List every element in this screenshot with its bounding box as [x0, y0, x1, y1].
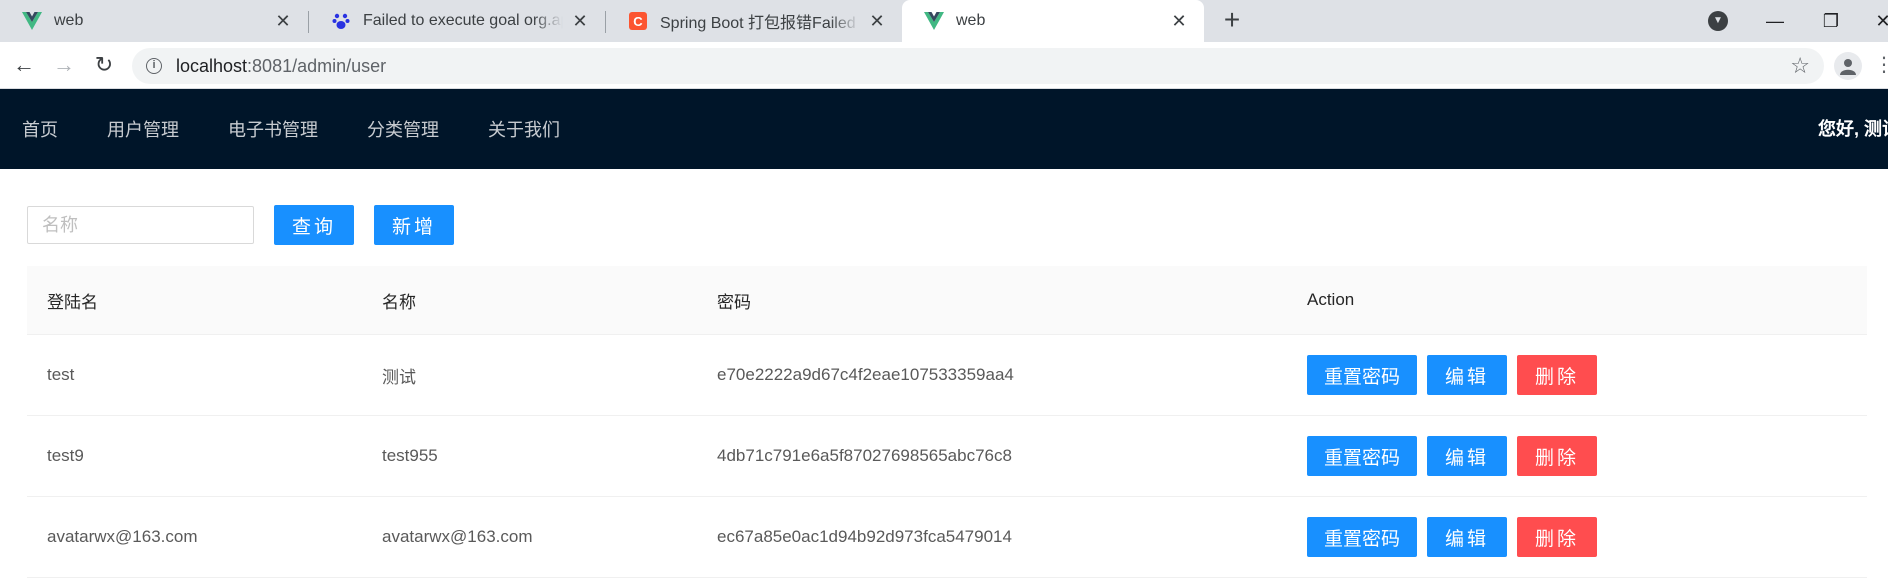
svg-text:C: C — [633, 14, 643, 29]
cell-name: test955 — [382, 446, 438, 465]
close-icon[interactable]: ✕ — [1170, 12, 1188, 30]
cell-password: ec67a85e0ac1d94b92d973fca5479014 — [717, 527, 1012, 546]
close-icon[interactable]: ✕ — [868, 12, 886, 30]
cell-actions: 重置密码 编辑 删除 — [1287, 335, 1867, 415]
name-search-input[interactable] — [27, 206, 254, 244]
cell-password: 4db71c791e6a5f87027698565abc76c8 — [717, 446, 1012, 465]
bookmark-star-icon[interactable]: ☆ — [1790, 54, 1810, 78]
edit-button[interactable]: 编辑 — [1427, 517, 1507, 557]
profile-avatar-icon[interactable] — [1834, 52, 1862, 80]
tab-title: web — [956, 12, 986, 29]
cell-login: test9 — [47, 446, 84, 465]
tab-search-icon[interactable]: ▼ — [1708, 11, 1728, 31]
nav-item-home[interactable]: 首页 — [22, 116, 58, 142]
app-header: 首页 用户管理 电子书管理 分类管理 关于我们 您好, 测试 — [0, 89, 1888, 169]
delete-button[interactable]: 删除 — [1517, 517, 1597, 557]
table-row: test9 test955 4db71c791e6a5f87027698565a… — [27, 416, 1867, 497]
browser-tab-active[interactable]: web ✕ — [902, 0, 1204, 42]
column-header-password: 密码 — [717, 292, 751, 312]
reset-password-button[interactable]: 重置密码 — [1307, 355, 1417, 395]
column-header-name: 名称 — [382, 292, 416, 312]
forward-icon[interactable]: → — [50, 51, 78, 79]
top-nav: 首页 用户管理 电子书管理 分类管理 关于我们 — [0, 89, 609, 169]
user-greeting[interactable]: 您好, 测试 — [1818, 89, 1888, 169]
tab-title: Failed to execute goal org.apache — [363, 12, 563, 29]
nav-item-about-us[interactable]: 关于我们 — [488, 116, 560, 142]
cell-name: 测试 — [382, 367, 416, 387]
address-bar[interactable]: i localhost:8081/admin/user ☆ — [132, 48, 1824, 84]
browser-tab[interactable]: C Spring Boot 打包报错Failed to execute ✕ — [606, 0, 902, 42]
column-header-action: Action — [1287, 266, 1867, 334]
reload-icon[interactable]: ↻ — [90, 51, 118, 79]
table-row: test 测试 e70e2222a9d67c4f2eae107533359aa4… — [27, 335, 1867, 416]
vue-icon — [924, 11, 944, 31]
csdn-icon: C — [628, 11, 648, 31]
delete-button[interactable]: 删除 — [1517, 436, 1597, 476]
tab-title: Spring Boot 打包报错Failed to execute — [660, 15, 860, 32]
cell-name: avatarwx@163.com — [382, 527, 533, 546]
baidu-paw-icon — [331, 11, 351, 31]
user-table: 登陆名 名称 密码 Action test 测试 e70e2222a9d67c4… — [27, 266, 1867, 578]
tab-title: web — [54, 12, 84, 29]
cell-password: e70e2222a9d67c4f2eae107533359aa4 — [717, 365, 1014, 384]
edit-button[interactable]: 编辑 — [1427, 355, 1507, 395]
cell-login: avatarwx@163.com — [47, 527, 198, 546]
nav-item-category-management[interactable]: 分类管理 — [367, 116, 439, 142]
back-icon[interactable]: ← — [10, 51, 38, 79]
table-row: avatarwx@163.com avatarwx@163.com ec67a8… — [27, 497, 1867, 578]
reset-password-button[interactable]: 重置密码 — [1307, 517, 1417, 557]
restore-icon[interactable]: ❐ — [1816, 6, 1846, 36]
browser-tab-strip: web ✕ Failed to execute goal org.apache … — [0, 0, 1888, 42]
column-header-action-label: Action — [1307, 290, 1355, 309]
url-host: localhost — [176, 55, 248, 76]
table-header: 登陆名 名称 密码 Action — [27, 266, 1867, 335]
close-icon[interactable]: ✕ — [571, 12, 589, 30]
nav-item-ebook-management[interactable]: 电子书管理 — [228, 116, 318, 142]
new-tab-button[interactable]: + — [1218, 6, 1246, 35]
add-button[interactable]: 新增 — [374, 205, 454, 245]
more-menu-icon[interactable]: ⋮ — [1874, 48, 1888, 82]
query-button[interactable]: 查询 — [274, 205, 354, 245]
close-window-icon[interactable]: ✕ — [1868, 6, 1888, 36]
browser-tab[interactable]: web ✕ — [0, 0, 308, 42]
edit-button[interactable]: 编辑 — [1427, 436, 1507, 476]
minimize-icon[interactable]: — — [1760, 6, 1790, 36]
cell-actions: 重置密码 编辑 删除 — [1287, 416, 1867, 496]
browser-toolbar: ← → ↻ i localhost:8081/admin/user ☆ ⋮ — [0, 42, 1888, 89]
browser-tab[interactable]: Failed to execute goal org.apache ✕ — [309, 0, 605, 42]
url-path: :8081/admin/user — [247, 55, 387, 76]
reset-password-button[interactable]: 重置密码 — [1307, 436, 1417, 476]
nav-item-user-management[interactable]: 用户管理 — [107, 116, 179, 142]
cell-actions: 重置密码 编辑 删除 — [1287, 497, 1867, 577]
info-icon[interactable]: i — [146, 58, 162, 74]
close-icon[interactable]: ✕ — [274, 12, 292, 30]
vue-icon — [22, 11, 42, 31]
column-header-login: 登陆名 — [47, 292, 98, 312]
cell-login: test — [47, 365, 75, 384]
delete-button[interactable]: 删除 — [1517, 355, 1597, 395]
